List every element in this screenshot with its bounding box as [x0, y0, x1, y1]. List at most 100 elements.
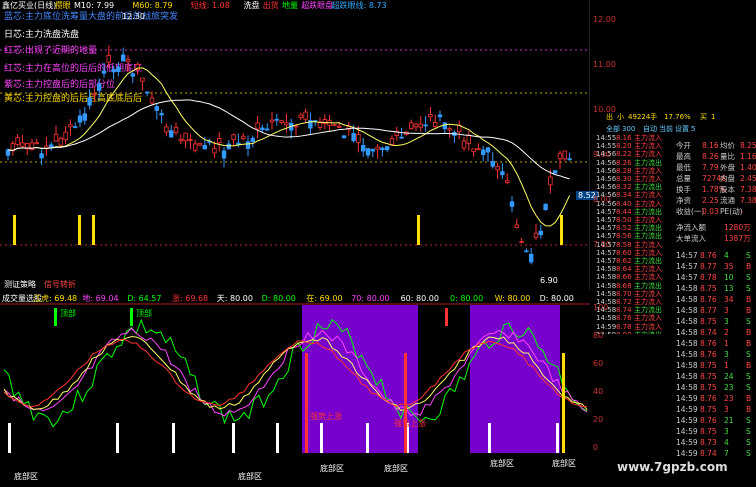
- tape-cell: 14:59: [596, 331, 616, 334]
- candle-body: [562, 150, 567, 160]
- strategy-label: 测证策略: [4, 280, 36, 289]
- signal-marker: [78, 215, 81, 245]
- candle-body: [34, 142, 39, 145]
- candle-body: [5, 149, 11, 156]
- flow-summary: 净流入额 1280万 大单流入 1387万: [676, 222, 756, 246]
- quote-cell: 最高: [676, 152, 691, 161]
- candle-body: [418, 123, 423, 128]
- top-signal-bar: [54, 308, 57, 326]
- tick-cell: 14:58: [676, 361, 698, 370]
- indicator-panel[interactable]: 成交量选股 江虎: 69.48 地: 69.04 D: 64.57 涨: 69.68 天:…: [0, 293, 590, 481]
- candle-body: [548, 176, 553, 186]
- tick-cell: 3: [724, 317, 729, 326]
- candle-body: [341, 135, 347, 139]
- tick-cell: 21: [724, 416, 734, 425]
- bottom-bar: [276, 423, 279, 453]
- candle-body: [279, 120, 284, 124]
- candle-body: [509, 201, 515, 207]
- signal-marker: [13, 215, 16, 245]
- tick-cell: 8.76: [700, 295, 717, 304]
- money-flow-tape[interactable]: 14:55 8.16 主力流入 14:55 8.20 主力流入 14:56 8.22 主力流入 1…: [596, 134, 666, 334]
- candle-body: [97, 83, 102, 91]
- tick-cell: 7: [724, 449, 729, 458]
- quote-cell: 8.16: [702, 141, 719, 150]
- signal-bar: [404, 353, 407, 453]
- tick-cell: 8.75: [700, 427, 717, 436]
- indicator-tag: 底部区: [490, 459, 514, 468]
- tick-cell: 23: [724, 383, 734, 392]
- tick-cell: 14:58: [676, 328, 698, 337]
- tick-cell: B: [746, 405, 752, 414]
- indicator-axis-tick: 20: [593, 415, 604, 424]
- price-axis-tick: 12.00: [593, 15, 616, 24]
- tick-cell: 8.76: [700, 339, 717, 348]
- candle-body: [121, 54, 126, 62]
- candle-body: [370, 148, 375, 152]
- tape-row[interactable]: 14:598.80主力流出: [596, 331, 666, 334]
- candle-body: [221, 150, 227, 159]
- top-signal-bar: [445, 308, 448, 326]
- indicator-plot[interactable]: [0, 293, 590, 453]
- candle-body: [495, 166, 500, 171]
- candle-body: [413, 123, 419, 128]
- quote-head: 出小 49224手 17.76% 买 1 全部 300 自动 当前 设置 5: [596, 112, 756, 133]
- quote-head-item: 1: [711, 113, 716, 121]
- tick-cell: 14:57: [676, 262, 698, 271]
- candle-body: [164, 126, 169, 133]
- candle-body: [389, 138, 395, 145]
- tick-cell: 8.76: [700, 416, 717, 425]
- tick-cell: B: [746, 306, 752, 315]
- quote-cell: -: [740, 207, 743, 216]
- tick-cell: 3: [724, 405, 729, 414]
- tick-cell: 8.75: [700, 405, 717, 414]
- quote-cell: 7.38亿: [740, 185, 756, 194]
- flow-label: 净流入额: [676, 223, 706, 232]
- candlestick-plot[interactable]: [0, 0, 590, 290]
- candle-body: [173, 126, 179, 134]
- candle-body: [231, 134, 236, 140]
- tick-cell: S: [746, 350, 751, 359]
- candle-body: [356, 134, 361, 143]
- candle-body: [524, 250, 529, 253]
- tick-cell: 8.77: [700, 306, 717, 315]
- candle-body: [264, 128, 270, 131]
- bottom-bar: [366, 423, 369, 453]
- bottom-bar: [320, 423, 323, 453]
- candle-body: [336, 125, 342, 128]
- tick-cell: 8.75: [700, 284, 717, 293]
- price-high-label: 12.30: [122, 12, 145, 21]
- candle-body: [428, 114, 433, 118]
- tick-cell: 14:57: [676, 273, 698, 282]
- candle-body: [250, 137, 255, 142]
- bottom-bar: [8, 423, 11, 453]
- candle-body: [58, 137, 63, 146]
- candle-body: [365, 148, 371, 156]
- quote-cell: 8.25: [740, 141, 756, 150]
- tick-cell: 14:58: [676, 284, 698, 293]
- candle-body: [567, 158, 572, 161]
- tick-cell: 8.76: [700, 394, 717, 403]
- candle-body: [447, 128, 452, 131]
- quote-cell: 7.38亿: [740, 196, 756, 205]
- candle-body: [68, 124, 73, 128]
- candle-body: [466, 135, 471, 144]
- quote-cell: 2.45: [740, 174, 756, 183]
- tick-cell: 8.75: [700, 361, 717, 370]
- candle-body: [293, 125, 299, 128]
- candle-body: [183, 132, 188, 142]
- candle-body: [538, 230, 543, 236]
- candle-body: [87, 97, 92, 106]
- tick-cell: B: [746, 262, 752, 271]
- price-low-label: 6.90: [540, 276, 558, 285]
- price-chart[interactable]: 鑫亿买业(日线) 攒眼 M10: 7.99 M60: 8.79 短线: 1.08 洗盘 出货…: [0, 0, 598, 290]
- tick-cell: 1: [724, 361, 729, 370]
- tick-list[interactable]: 14:57 8.76 4 S 14:57 8.77 35 B 14:57 8.78 10 S 14:58…: [676, 250, 756, 460]
- candle-body: [543, 203, 548, 211]
- candle-body: [500, 171, 505, 176]
- tick-cell: S: [746, 416, 751, 425]
- signal-bar: [305, 353, 308, 453]
- candle-body: [533, 232, 539, 238]
- tick-cell: 8.74: [700, 328, 717, 337]
- candle-body: [188, 139, 193, 141]
- candle-body: [101, 70, 107, 74]
